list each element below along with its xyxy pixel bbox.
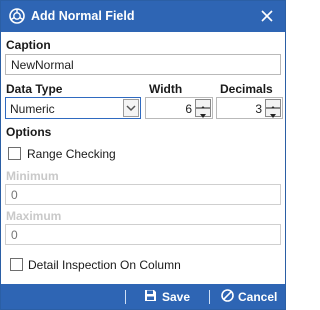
arrow-down-icon [270,114,276,118]
action-bar: Save Cancel [1,284,285,309]
detail-inspection-label: Detail Inspection On Column [28,258,181,272]
chevron-down-icon [126,105,136,112]
decimals-spin-buttons [265,99,281,118]
options-label: Options [6,125,52,139]
range-checking-label: Range Checking [27,147,116,161]
save-label: Save [162,290,191,304]
add-normal-field-dialog: Add Normal Field Caption Data Type Width… [0,0,286,310]
data-type-selected-value: Numeric [10,102,55,116]
decimals-stepper[interactable]: 3 [216,97,283,119]
decimals-value: 3 [255,102,262,116]
width-stepper[interactable]: 6 [145,97,213,119]
save-icon [145,290,156,301]
caption-label: Caption [6,38,51,52]
title-bar: Add Normal Field [1,1,285,32]
decimals-decrement-button[interactable] [265,108,281,118]
app-logo-icon [9,8,25,24]
cancel-icon [221,289,234,302]
maximum-label: Maximum [6,209,62,223]
cancel-label: Cancel [238,290,278,304]
minimum-input[interactable] [5,184,281,205]
caption-input[interactable] [5,54,281,75]
width-spin-buttons [195,99,211,118]
range-checking-checkbox[interactable] [8,147,21,160]
decimals-increment-button[interactable] [265,99,281,110]
close-icon[interactable] [258,7,276,25]
detail-inspection-checkbox[interactable] [10,258,23,271]
arrow-down-icon [200,114,206,118]
decimals-label: Decimals [220,82,273,96]
cancel-button[interactable]: Cancel [221,288,283,305]
data-type-dropdown-button[interactable] [123,99,139,117]
width-value: 6 [185,102,192,116]
maximum-input[interactable] [5,224,281,245]
save-button[interactable]: Save [144,288,202,305]
data-type-select[interactable]: Numeric [5,97,141,119]
divider [209,290,210,304]
width-label: Width [149,82,183,96]
minimum-label: Minimum [6,169,59,183]
dialog-title: Add Normal Field [31,9,135,23]
width-increment-button[interactable] [195,99,211,110]
data-type-label: Data Type [6,82,63,96]
divider [125,290,126,304]
width-decrement-button[interactable] [195,108,211,118]
